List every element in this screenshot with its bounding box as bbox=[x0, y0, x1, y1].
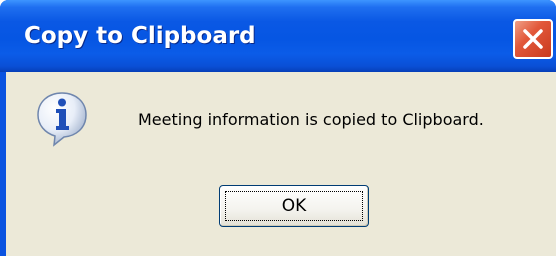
dialog-body: Meeting information is copied to Clipboa… bbox=[6, 72, 556, 256]
title-bar[interactable]: Copy to Clipboard bbox=[0, 0, 556, 72]
close-icon bbox=[523, 29, 543, 49]
dialog-message: Meeting information is copied to Clipboa… bbox=[138, 110, 484, 129]
ok-button[interactable]: OK bbox=[219, 185, 369, 227]
close-button[interactable] bbox=[513, 19, 553, 59]
ok-button-label: OK bbox=[281, 196, 307, 216]
dialog-window: Copy to Clipboard Meeting information is… bbox=[0, 0, 556, 256]
dialog-title: Copy to Clipboard bbox=[24, 23, 256, 49]
info-icon bbox=[37, 92, 87, 147]
